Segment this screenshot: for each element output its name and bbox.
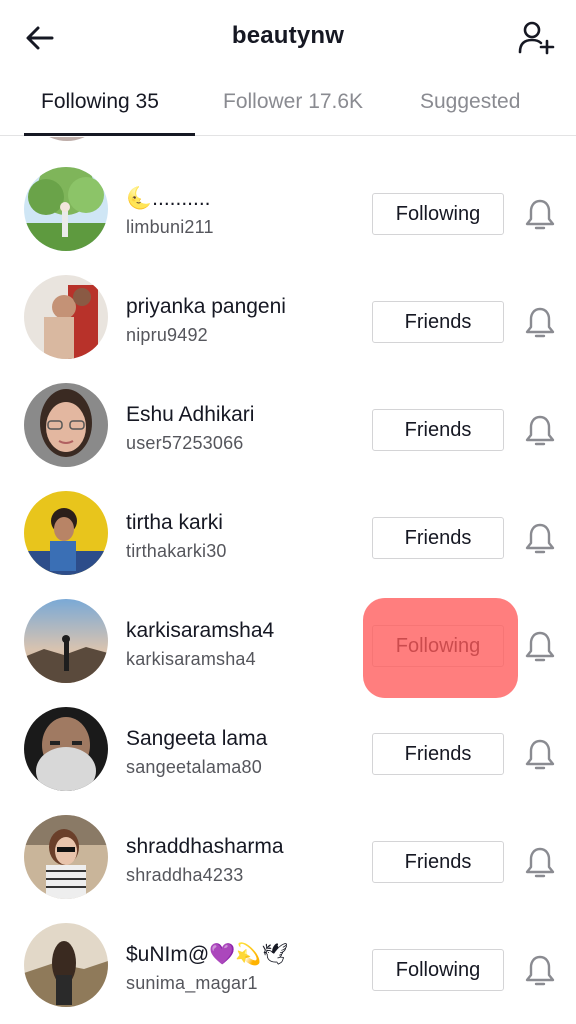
avatar[interactable] — [24, 167, 108, 251]
bell-icon — [525, 847, 555, 878]
username: tirthakarki30 — [126, 541, 227, 561]
avatar[interactable] — [26, 137, 108, 141]
list-item[interactable]: karkisaramsha4 karkisaramsha4 Following — [0, 587, 576, 695]
list-item[interactable]: $uNIm@💜💫🕊 sunima_magar1 Following — [0, 911, 576, 1019]
display-name: $uNIm@💜💫🕊 — [126, 943, 289, 966]
notification-button[interactable] — [520, 195, 560, 235]
page-title: beautynw — [231, 22, 345, 49]
active-tab-indicator — [24, 133, 195, 136]
display-name: priyanka pangeni — [126, 295, 286, 318]
notification-button[interactable] — [520, 627, 560, 667]
tab-following[interactable]: Following 35 — [41, 90, 159, 114]
avatar[interactable] — [24, 383, 108, 467]
username: sangeetalama80 — [126, 757, 262, 777]
tab-suggested[interactable]: Suggested — [420, 90, 520, 114]
display-name: karkisaramsha4 — [126, 619, 275, 642]
display-name: shraddhasharma — [126, 835, 284, 858]
notification-button[interactable] — [520, 519, 560, 559]
notification-button[interactable] — [520, 411, 560, 451]
friends-button[interactable]: Friends — [372, 733, 504, 775]
bell-icon — [525, 955, 555, 986]
avatar[interactable] — [24, 707, 108, 791]
header: beautynw — [0, 0, 576, 76]
display-name: tirtha karki — [126, 511, 223, 534]
avatar[interactable] — [24, 815, 108, 899]
display-name: 🌜.......... — [126, 187, 211, 210]
list-item[interactable]: priyanka pangeni nipru9492 Friends — [0, 263, 576, 371]
list-item[interactable]: shraddhasharma shraddha4233 Friends — [0, 803, 576, 911]
following-button[interactable]: Following — [372, 625, 504, 667]
username: nipru9492 — [126, 325, 208, 345]
bell-icon — [525, 415, 555, 446]
notification-button[interactable] — [520, 843, 560, 883]
bell-icon — [525, 307, 555, 338]
following-screen: beautynw Following 35 Follower 17.6K Sug… — [0, 0, 576, 1024]
avatar[interactable] — [24, 923, 108, 1007]
username: limbuni211 — [126, 217, 214, 237]
username: karkisaramsha4 — [126, 649, 256, 669]
tab-follower[interactable]: Follower 17.6K — [223, 90, 363, 114]
friends-button[interactable]: Friends — [372, 841, 504, 883]
display-name: Eshu Adhikari — [126, 403, 255, 426]
following-button[interactable]: Following — [372, 949, 504, 991]
friends-button[interactable]: Friends — [372, 517, 504, 559]
following-button[interactable]: Following — [372, 193, 504, 235]
avatar[interactable] — [24, 599, 108, 683]
list-item[interactable]: tirtha karki tirthakarki30 Friends — [0, 479, 576, 587]
bell-icon — [525, 523, 555, 554]
friends-button[interactable]: Friends — [372, 301, 504, 343]
username: sunima_magar1 — [126, 973, 258, 993]
list-item[interactable]: Eshu Adhikari user57253066 Friends — [0, 371, 576, 479]
tab-bar: Following 35 Follower 17.6K Suggested — [0, 76, 576, 136]
friends-button[interactable]: Friends — [372, 409, 504, 451]
bell-icon — [525, 199, 555, 230]
bell-icon — [525, 739, 555, 770]
notification-button[interactable] — [520, 303, 560, 343]
following-list[interactable]: 🌜.......... limbuni211 Following priyank… — [0, 137, 576, 1024]
list-item[interactable]: Sangeeta lama sangeetalama80 Friends — [0, 695, 576, 803]
avatar[interactable] — [24, 491, 108, 575]
person-plus-icon — [518, 21, 555, 55]
list-item[interactable]: 🌜.......... limbuni211 Following — [0, 155, 576, 263]
notification-button[interactable] — [520, 735, 560, 775]
add-friend-button[interactable] — [514, 16, 558, 60]
notification-button[interactable] — [520, 951, 560, 991]
username: shraddha4233 — [126, 865, 244, 885]
username: user57253066 — [126, 433, 244, 453]
bell-icon — [525, 631, 555, 662]
avatar[interactable] — [24, 275, 108, 359]
display-name: Sangeeta lama — [126, 727, 268, 750]
